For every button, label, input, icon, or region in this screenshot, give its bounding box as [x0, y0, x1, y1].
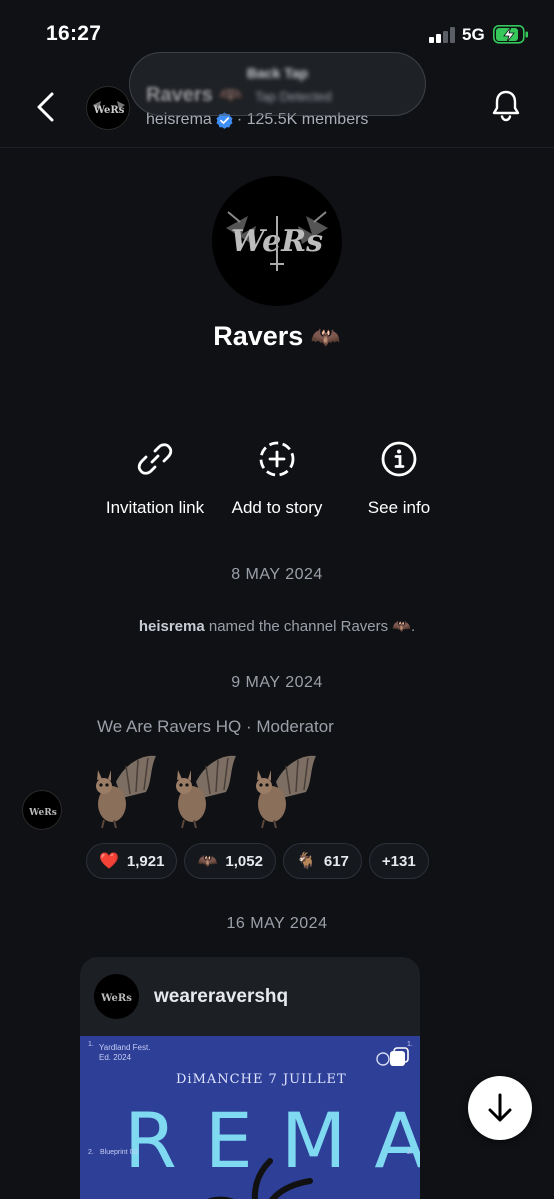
reaction-more-count: +131	[381, 852, 416, 870]
reaction-bat[interactable]: 🦇 1,052	[184, 843, 276, 879]
channel-logo-icon: WeRs	[93, 101, 125, 116]
add-story-icon	[259, 441, 295, 477]
poster-fest-name: Yardland Fest.	[99, 1043, 151, 1052]
poster-date: DiMANCHE 7 JUILLET	[176, 1072, 347, 1087]
shared-post-card[interactable]: WeRs weareravershq 1. Yardland Fest. Ed.…	[80, 957, 420, 1199]
post-author-avatar[interactable]: WeRs	[94, 974, 139, 1019]
sender-avatar[interactable]: WeRs	[22, 790, 62, 830]
cellular-signal-icon	[429, 27, 456, 43]
channel-name-emoji: 🦇	[310, 324, 341, 351]
poster-mark: 2.	[407, 1149, 413, 1156]
date-separator: 16 MAY 2024	[226, 915, 328, 932]
message-sender: We Are Ravers HQ · Moderator	[97, 717, 334, 736]
reaction-count: 1,921	[126, 852, 165, 870]
network-type: 5G	[462, 25, 485, 44]
poster-mark: 2.	[88, 1149, 94, 1156]
channel-logo-icon: WeRs	[28, 808, 57, 818]
goat-icon: 🐐	[295, 853, 316, 870]
poster-mark: 1.	[88, 1041, 94, 1048]
bat-emoji-icon	[256, 755, 316, 829]
notifications-button[interactable]	[488, 88, 524, 124]
svg-text:WeRs: WeRs	[100, 993, 132, 1004]
system-message: heisrema named the channel Ravers 🦇.	[0, 617, 554, 635]
poster-fest: Yardland Fest. Ed. 2024	[99, 1043, 150, 1063]
system-message-text: named the channel Ravers 🦇.	[204, 618, 416, 635]
multi-image-icon	[376, 1047, 409, 1066]
heart-icon: ❤️	[99, 853, 119, 870]
poster-blueprint: Blueprint 00	[100, 1149, 138, 1156]
toast-subtitle: Tap Detected	[255, 89, 332, 104]
reaction-heart[interactable]: ❤️ 1,921	[86, 843, 178, 879]
date-separator: 9 MAY 2024	[231, 674, 323, 691]
reactions-row: ❤️ 1,921 🦇 1,052 🐐 617 +131	[86, 843, 429, 879]
bat-icon: 🦇	[197, 853, 218, 870]
channel-logo-icon: WeRs	[100, 993, 132, 1004]
poster-artwork	[207, 1158, 313, 1199]
channel-name-text: Ravers	[213, 321, 304, 351]
reaction-count: 617	[323, 852, 349, 870]
toast-title: Back Tap	[246, 65, 309, 81]
system-message-user: heisrema	[138, 618, 205, 635]
emoji-message[interactable]	[86, 752, 318, 830]
info-icon	[381, 441, 417, 477]
link-icon	[137, 443, 173, 475]
bat-emoji-icon	[176, 755, 236, 829]
status-time: 16:27	[46, 22, 102, 45]
channel-avatar[interactable]: WeRs	[86, 86, 130, 130]
reaction-more[interactable]: +131	[368, 843, 429, 879]
see-info-button[interactable]: See info	[324, 440, 474, 518]
arrow-down-icon	[488, 1093, 512, 1122]
channel-profile-avatar[interactable]: WeRs	[212, 176, 342, 306]
poster-edition: Ed. 2024	[99, 1053, 132, 1062]
back-button[interactable]	[28, 90, 62, 124]
see-info-label: See info	[367, 498, 431, 517]
chevron-left-icon	[37, 92, 54, 122]
reaction-count: 1,052	[225, 852, 263, 870]
date-separator: 8 MAY 2024	[231, 566, 323, 583]
svg-text:WeRs: WeRs	[28, 808, 57, 818]
svg-text:WeRs: WeRs	[93, 105, 125, 116]
post-image[interactable]: 1. Yardland Fest. Ed. 2024 DiMANCHE 7 JU…	[80, 1036, 420, 1199]
post-author-username[interactable]: weareravershq	[154, 986, 288, 1008]
channel-name: Ravers 🦇	[0, 321, 554, 352]
channel-logo-icon: WeRs	[226, 211, 328, 271]
back-tap-toast: Back Tap Tap Detected	[129, 52, 426, 116]
bell-icon	[492, 90, 520, 122]
reaction-goat[interactable]: 🐐 617	[282, 843, 362, 879]
bat-emoji-icon	[96, 755, 156, 829]
scroll-to-bottom-button[interactable]	[468, 1076, 532, 1140]
battery-charging-icon	[493, 25, 528, 44]
